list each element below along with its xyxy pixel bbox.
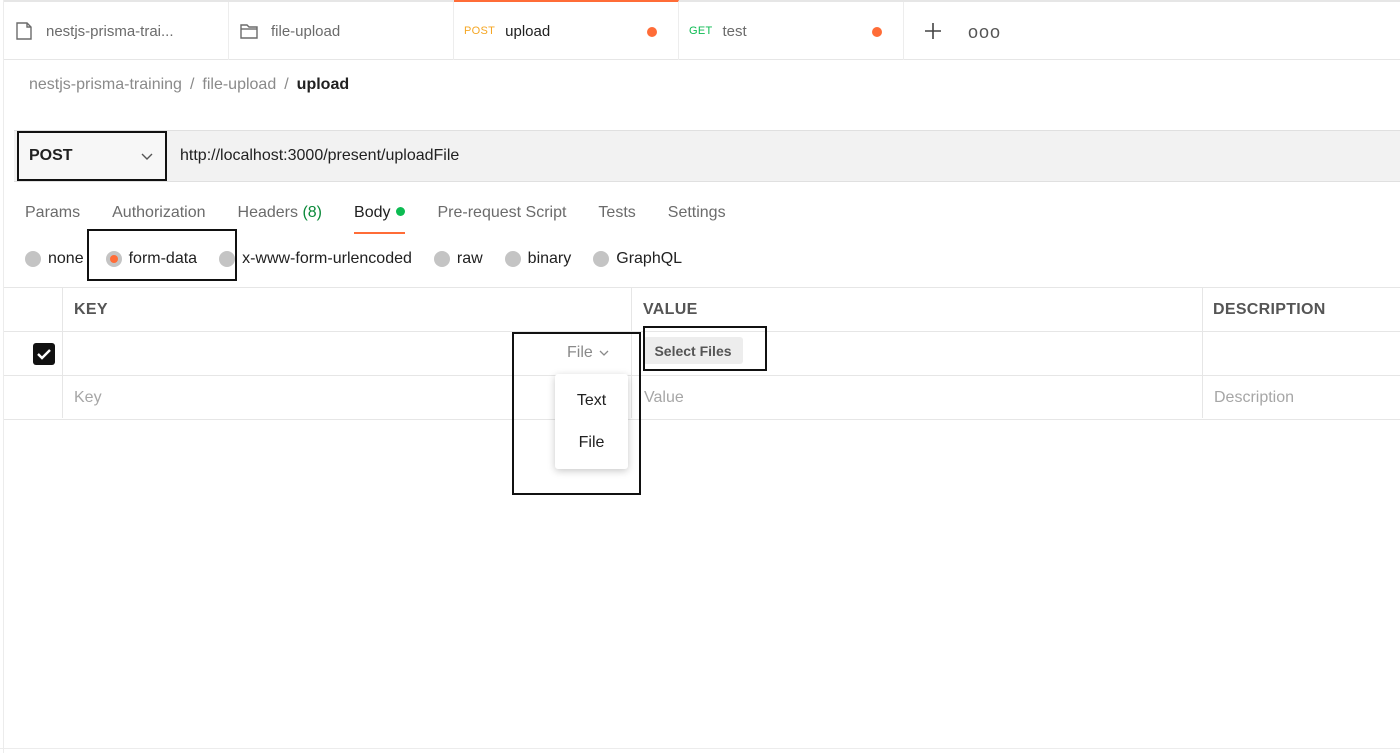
more-options-icon[interactable]: ooo xyxy=(968,22,1001,43)
tab-headers-label: Headers xyxy=(237,204,298,221)
breadcrumb-folder[interactable]: file-upload xyxy=(202,76,276,94)
annotation-box-select-files xyxy=(643,326,767,371)
breadcrumb: nestjs-prisma-training / file-upload / u… xyxy=(29,76,349,94)
header-key: KEY xyxy=(74,300,108,318)
folder-icon xyxy=(239,21,259,41)
radio-circle-icon xyxy=(504,251,521,267)
breadcrumb-separator: / xyxy=(189,76,195,93)
radio-urlencoded[interactable]: x-www-form-urlencoded xyxy=(219,250,412,268)
header-description: DESCRIPTION xyxy=(1213,300,1326,318)
tab-params[interactable]: Params xyxy=(25,204,80,234)
radio-binary[interactable]: binary xyxy=(504,250,572,268)
bottom-divider xyxy=(0,748,1400,749)
tab-prerequest-script[interactable]: Pre-request Script xyxy=(437,204,566,234)
tab-collection[interactable]: nestjs-prisma-trai... xyxy=(4,2,229,60)
radio-label: binary xyxy=(527,250,572,267)
tab-bar: nestjs-prisma-trai... file-upload POST u… xyxy=(4,0,1400,60)
radio-label: none xyxy=(48,250,84,267)
radio-none[interactable]: none xyxy=(25,250,84,268)
chevron-down-icon xyxy=(141,153,153,160)
annotation-box-type-dropdown xyxy=(512,332,641,495)
tab-headers[interactable]: Headers (8) xyxy=(238,204,323,234)
tab-method-badge: POST xyxy=(464,25,496,37)
url-input[interactable]: http://localhost:3000/present/uploadFile xyxy=(180,147,459,165)
checkmark-icon xyxy=(37,349,51,360)
method-select[interactable]: POST xyxy=(17,131,167,181)
tab-label: test xyxy=(722,22,747,40)
table-row: Key Value Description xyxy=(4,376,1400,420)
tab-body-label: Body xyxy=(354,204,391,221)
description-input[interactable]: Description xyxy=(1203,376,1294,419)
collection-icon xyxy=(14,21,34,41)
tab-upload-request[interactable]: POST upload xyxy=(454,0,679,60)
radio-circle-icon xyxy=(25,251,41,267)
tab-label: upload xyxy=(505,22,551,40)
headers-count: (8) xyxy=(302,204,323,221)
radio-label: raw xyxy=(456,250,483,267)
tab-test-request[interactable]: GET test xyxy=(679,2,904,60)
tab-tests[interactable]: Tests xyxy=(598,204,635,234)
radio-label: GraphQL xyxy=(616,250,683,267)
method-value: POST xyxy=(29,147,73,164)
radio-label: x-www-form-urlencoded xyxy=(242,250,412,267)
plus-icon[interactable] xyxy=(922,20,944,42)
row-enabled-checkbox[interactable] xyxy=(33,343,55,365)
tab-settings[interactable]: Settings xyxy=(668,204,726,234)
column-divider xyxy=(1202,288,1203,418)
column-divider xyxy=(62,288,63,418)
active-dot-icon xyxy=(396,207,406,217)
tab-label: file-upload xyxy=(271,22,341,40)
unsaved-dot-icon xyxy=(647,27,657,37)
url-bar: POST http://localhost:3000/present/uploa… xyxy=(14,130,1400,182)
radio-graphql[interactable]: GraphQL xyxy=(593,250,682,268)
header-value: VALUE xyxy=(643,300,698,318)
tab-label: nestjs-prisma-trai... xyxy=(46,22,174,40)
tab-body[interactable]: Body xyxy=(354,204,406,234)
radio-circle-icon xyxy=(433,251,450,267)
breadcrumb-current: upload xyxy=(296,76,350,93)
radio-raw[interactable]: raw xyxy=(433,250,483,268)
breadcrumb-collection[interactable]: nestjs-prisma-training xyxy=(29,76,182,94)
unsaved-dot-icon xyxy=(872,27,882,37)
tab-method-badge: GET xyxy=(689,25,713,37)
tab-folder[interactable]: file-upload xyxy=(229,2,454,60)
annotation-box-form-data xyxy=(87,229,237,281)
radio-circle-icon xyxy=(593,251,610,267)
key-input[interactable]: Key xyxy=(63,376,102,419)
breadcrumb-separator: / xyxy=(284,76,289,93)
